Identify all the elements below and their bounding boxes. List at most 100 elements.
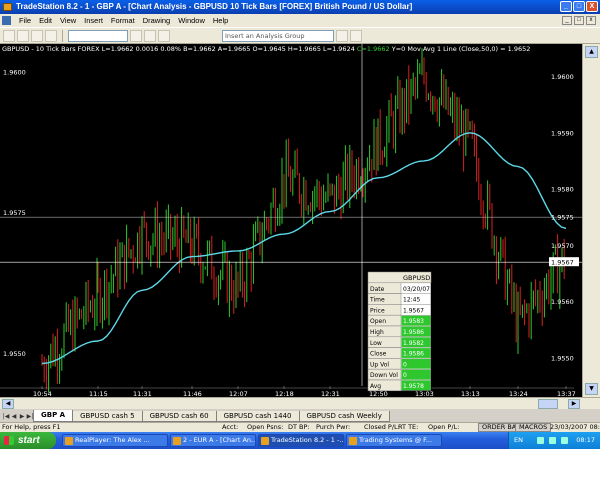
scroll-left-icon[interactable]: ◀	[2, 399, 14, 409]
tab-prev-icon[interactable]: ◀	[10, 412, 18, 422]
open-pl-label: Open P/L:	[428, 423, 460, 431]
maximize-button[interactable]: □	[573, 1, 585, 12]
vertical-scrollbar[interactable]: ▲ ▼	[582, 44, 600, 397]
tab-gbpusd-cash-60[interactable]: GBPUSD cash 60	[141, 411, 217, 422]
tab-first-icon[interactable]: |◀	[2, 412, 10, 422]
menu-file[interactable]: File	[15, 16, 35, 25]
moving-average-line	[41, 132, 567, 365]
minimize-button[interactable]: _	[560, 1, 572, 12]
mdi-restore-button[interactable]: □	[574, 16, 584, 25]
time-axis-label: 12:31	[321, 390, 340, 397]
print-icon[interactable]	[45, 29, 57, 42]
tab-gbpusd-cash-weekly[interactable]: GBPUSD cash Weekly	[298, 411, 390, 422]
toolbar: Insert an Analysis Group	[0, 27, 600, 44]
data-window-row-label: Price	[370, 307, 385, 314]
menu-insert[interactable]: Insert	[80, 16, 107, 25]
close-button[interactable]: X	[586, 1, 598, 12]
realplayer-icon	[65, 437, 73, 445]
info-symbol: GBPUSD - 10 Tick Bars FOREX	[2, 45, 100, 53]
task-realplayer[interactable]: RealPlayer: The Alex ...	[62, 434, 168, 447]
mdi-close-button[interactable]: x	[586, 16, 596, 25]
start-button[interactable]: start	[0, 432, 56, 449]
tab-gbpusd-cash-1440[interactable]: GBPUSD cash 1440	[215, 411, 300, 422]
zoom-out-icon[interactable]	[144, 29, 156, 42]
task-eur-chart[interactable]: 2 - EUR A - [Chart An...	[170, 434, 256, 447]
menu-help[interactable]: Help	[209, 16, 232, 25]
menu-window[interactable]: Window	[174, 16, 209, 25]
price-axis-label: 1.9550	[551, 354, 574, 362]
task-label: 2 - EUR A - [Chart An...	[183, 436, 256, 444]
strategy-icon[interactable]	[350, 29, 362, 42]
data-window-row-value: 1.9578	[403, 383, 424, 390]
scroll-up-icon[interactable]: ▲	[585, 46, 598, 58]
time-axis-label: 13:37	[557, 390, 576, 397]
menu-format[interactable]: Format	[107, 16, 139, 25]
price-axis-label: 1.9590	[551, 129, 574, 137]
task-label: RealPlayer: The Alex ...	[75, 436, 150, 444]
task-trading-systems[interactable]: Trading Systems @ F...	[346, 434, 442, 447]
horizontal-scrollbar[interactable]: ◀ ▶	[0, 397, 600, 409]
closed-pl-label: Closed P/L:	[364, 423, 400, 431]
security-icon[interactable]	[561, 437, 568, 444]
system-tray: EN 08:17	[508, 432, 600, 449]
data-window-row-value: 12:45	[403, 297, 420, 304]
dt-bp-label: DT BP:	[288, 423, 310, 431]
time-axis-label: 12:18	[275, 390, 294, 397]
chart-info-line: GBPUSD - 10 Tick Bars FOREX L=1.9662 0.0…	[2, 45, 530, 53]
info-close: C=1.9662	[356, 45, 390, 53]
language-indicator[interactable]: EN	[514, 432, 523, 449]
mdi-minimize-button[interactable]: _	[562, 16, 572, 25]
scroll-right-icon[interactable]: ▶	[568, 399, 580, 409]
volume-icon[interactable]	[549, 437, 556, 444]
task-label: TradeStation 8.2 - 1 -...	[271, 436, 344, 444]
time-axis-label: 11:31	[133, 390, 152, 397]
save-icon[interactable]	[31, 29, 43, 42]
chart-area[interactable]: 1.9600 1.9590 1.9580 1.9575 1.9570 1.9567 1.95…	[0, 44, 582, 397]
symbol-combo[interactable]	[68, 29, 128, 42]
time-axis-label: 11:46	[183, 390, 202, 397]
time-axis-label: 12:07	[229, 390, 248, 397]
task-tradestation[interactable]: TradeStation 8.2 - 1 -...	[258, 434, 344, 447]
bar-style-icon[interactable]	[158, 29, 170, 42]
price-axis-label: 1.9567	[551, 259, 574, 267]
status-bar: For Help, press F1 Acct: Open Psns: DT B…	[0, 422, 600, 432]
price-axis-label: 1.9570	[551, 242, 574, 250]
left-price-label: 1.9575	[3, 209, 26, 217]
scroll-down-icon[interactable]: ▼	[585, 383, 598, 395]
data-window-row-value: 0	[403, 361, 407, 368]
data-window-row-label: Close	[370, 351, 387, 358]
scroll-thumb[interactable]	[538, 399, 558, 409]
tradestation-icon	[173, 437, 181, 445]
page-background	[0, 449, 600, 495]
tab-next-icon[interactable]: ▶	[18, 412, 26, 422]
data-window-row-label: Low	[370, 340, 382, 347]
data-window-row-value: 1.9586	[403, 351, 424, 358]
menu-edit[interactable]: Edit	[35, 16, 56, 25]
data-window-row-label: Time	[369, 297, 385, 304]
data-window-row-label: Date	[370, 286, 385, 293]
zoom-in-icon[interactable]	[130, 29, 142, 42]
data-window-row-value: 1.9582	[403, 340, 424, 347]
network-icon[interactable]	[537, 437, 544, 444]
analysis-group-combo[interactable]: Insert an Analysis Group	[222, 29, 334, 42]
menu-view[interactable]: View	[56, 16, 80, 25]
data-window-row-value: 1.9567	[403, 307, 424, 314]
info-ohlc: L=1.9662 0.0016 0.08% B=1.9662 A=1.9665 …	[101, 45, 355, 53]
acct-label: Acct:	[222, 423, 239, 431]
document-icon	[2, 16, 11, 25]
macros-button[interactable]: MACROS	[515, 423, 552, 432]
info-moving-average: Y=0 Mov Avg 1 Line (Close,50,0) = 1.9652	[391, 45, 531, 53]
tab-gbpusd-cash-5[interactable]: GBPUSD cash 5	[72, 411, 143, 422]
new-icon[interactable]	[3, 29, 15, 42]
menu-bar: File Edit View Insert Format Drawing Win…	[0, 14, 600, 27]
data-window-row-value: 1.9583	[403, 318, 424, 325]
time-axis-label: 10:54	[33, 390, 52, 397]
open-icon[interactable]	[17, 29, 29, 42]
app-icon	[3, 3, 12, 11]
browser-icon	[349, 437, 357, 445]
title-bar: TradeStation 8.2 - 1 - GBP A - [Chart An…	[0, 0, 600, 14]
price-chart[interactable]: 1.9600 1.9590 1.9580 1.9575 1.9570 1.9567 1.95…	[0, 44, 582, 397]
menu-drawing[interactable]: Drawing	[139, 16, 175, 25]
indicator-icon[interactable]	[336, 29, 348, 42]
tab-gbp-a[interactable]: GBP A	[33, 410, 74, 422]
